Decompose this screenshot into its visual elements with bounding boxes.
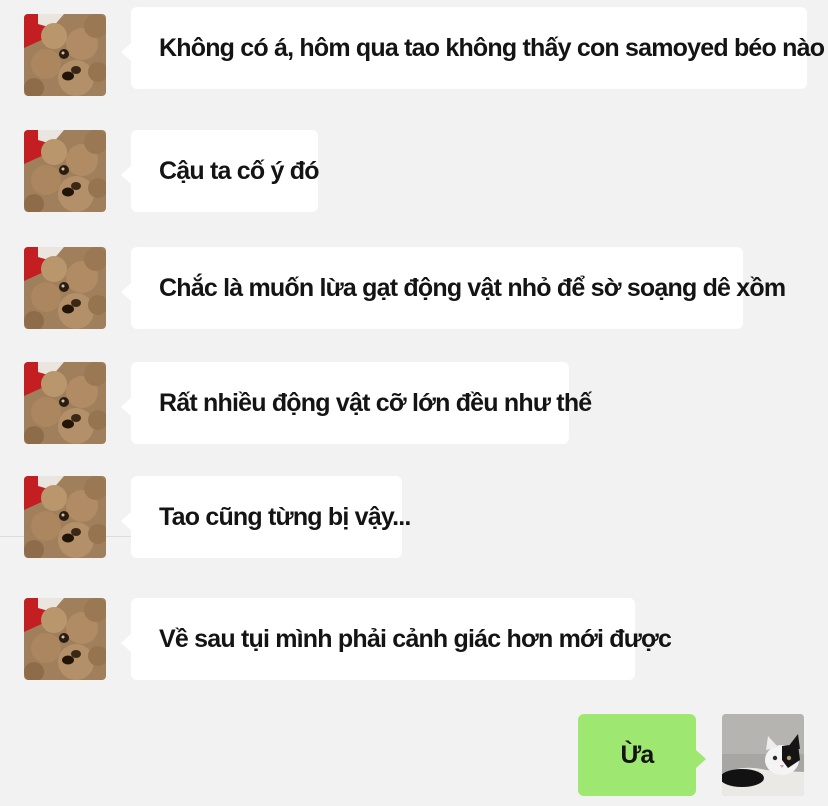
incoming-message-bubble[interactable]: Chắc là muốn lừa gạt động vật nhỏ để sờ … [121,247,786,329]
poodle-avatar-icon[interactable] [24,362,106,444]
poodle-avatar-icon[interactable] [24,130,106,212]
poodle-avatar-icon[interactable] [24,247,106,329]
message-text: Về sau tụi mình phải cảnh giác hơn mới đ… [159,624,672,653]
message-text: Ừa [620,740,654,769]
message-text: Chắc là muốn lừa gạt động vật nhỏ để sờ … [159,273,786,302]
incoming-message-bubble[interactable]: Rất nhiều động vật cỡ lớn đều như thế [121,362,592,444]
chat-message-row: Không có á, hôm qua tao không thấy con s… [0,7,828,98]
chat-message-row: Cậu ta cố ý đó [0,130,828,214]
message-text: Không có á, hôm qua tao không thấy con s… [159,33,828,62]
incoming-message-bubble[interactable]: Cậu ta cố ý đó [121,130,319,212]
message-text: Rất nhiều động vật cỡ lớn đều như thế [159,388,592,417]
message-text: Tao cũng từng bị vậy... [159,502,411,531]
poodle-avatar-icon[interactable] [24,598,106,680]
incoming-message-bubble[interactable]: Về sau tụi mình phải cảnh giác hơn mới đ… [121,598,672,680]
outgoing-message-bubble[interactable]: Ừa [578,714,706,796]
poodle-avatar-icon[interactable] [24,14,106,96]
message-text: Cậu ta cố ý đó [159,156,319,185]
cat-avatar-icon[interactable] [722,714,804,796]
chat-message-row: Ừa [0,714,828,798]
chat-message-row: Chắc là muốn lừa gạt động vật nhỏ để sờ … [0,247,828,331]
poodle-avatar-icon[interactable] [24,476,106,558]
incoming-message-bubble[interactable]: Tao cũng từng bị vậy... [121,476,411,558]
chat-message-row: Tao cũng từng bị vậy... [0,476,828,560]
incoming-message-bubble[interactable]: Không có á, hôm qua tao không thấy con s… [121,7,828,89]
chat-message-row: Về sau tụi mình phải cảnh giác hơn mới đ… [0,598,828,682]
chat-message-row: Rất nhiều động vật cỡ lớn đều như thế [0,362,828,446]
